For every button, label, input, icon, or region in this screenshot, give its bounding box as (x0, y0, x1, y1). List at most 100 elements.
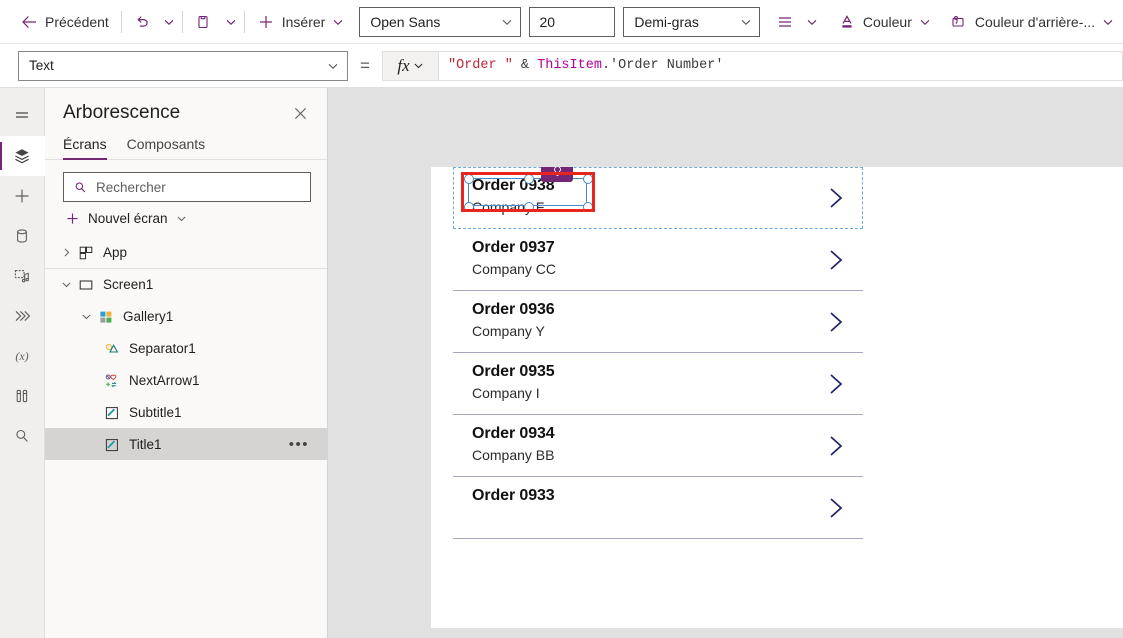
new-screen-button[interactable]: Nouvel écran (45, 202, 327, 236)
rail-item-search[interactable] (0, 416, 45, 456)
rail-item-insert[interactable] (0, 176, 45, 216)
icon-icon (101, 373, 123, 389)
gallery-item-subtitle[interactable]: Company I (472, 385, 540, 401)
gallery-item-subtitle[interactable]: Company Y (472, 323, 545, 339)
variables-icon: (x) (11, 346, 33, 366)
font-size-input[interactable]: 20 (528, 6, 616, 37)
undo-button[interactable] (126, 6, 158, 38)
font-weight-value: Demi-gras (634, 13, 699, 30)
chevron-right-icon[interactable] (825, 307, 847, 337)
gallery-row[interactable]: Order 0934 Company BB (453, 415, 863, 477)
tree-node-label: Subtitle1 (129, 405, 182, 420)
font-size-value: 20 (539, 13, 556, 30)
paste-button[interactable] (187, 6, 219, 38)
gallery-item-title[interactable]: Order 0934 (472, 425, 555, 443)
gallery-row[interactable]: Order 0933 (453, 477, 863, 539)
rail-item-data[interactable] (0, 216, 45, 256)
tree-node-label: NextArrow1 (129, 373, 200, 388)
chevron-right-icon[interactable] (825, 369, 847, 399)
gallery-item-title[interactable]: Order 0935 (472, 363, 555, 381)
back-label: Précédent (45, 13, 109, 30)
canvas-area[interactable]: Order 0938 Company F Order 0937 Company … (328, 88, 1123, 638)
command-bar: Précédent Insérer Open Sans 20 Demi-gras… (0, 0, 1123, 44)
tree-node-nextarrow1[interactable]: NextArrow1 (45, 364, 327, 396)
tree-node-overflow-button[interactable]: ••• (289, 437, 309, 452)
gallery-item-title[interactable]: Order 0937 (472, 239, 555, 257)
rail-item-power-automate[interactable] (0, 296, 45, 336)
tree-node-label: Separator1 (129, 341, 196, 356)
chevron-right-icon[interactable] (825, 183, 847, 213)
shape-icon (101, 341, 123, 357)
gallery-row[interactable]: Order 0936 Company Y (453, 291, 863, 353)
formula-token-operator: & (512, 58, 538, 73)
label-icon (101, 405, 123, 421)
resize-handle-top-right[interactable] (583, 174, 593, 184)
chevron-right-icon[interactable] (825, 493, 847, 523)
chevron-down-icon (176, 213, 187, 224)
chevron-down-icon[interactable] (57, 279, 75, 290)
property-select[interactable]: Text (18, 50, 348, 81)
gallery-item-title[interactable]: Order 0936 (472, 301, 555, 319)
chevron-down-icon (225, 16, 237, 28)
fx-button[interactable]: fx (382, 50, 438, 81)
align-lines-icon (776, 13, 794, 31)
layers-icon (12, 146, 32, 166)
insert-button[interactable]: Insérer (249, 6, 353, 38)
lightbulb-icon[interactable] (541, 167, 573, 182)
gallery-item-subtitle[interactable]: Company CC (472, 261, 556, 277)
gallery-row[interactable]: Order 0937 Company CC (453, 229, 863, 291)
formula-input[interactable]: "Order " & ThisItem. 'Order Number' (438, 50, 1123, 81)
tab-components[interactable]: Composants (127, 132, 206, 159)
search-icon (12, 426, 32, 446)
search-container: Rechercher (45, 160, 327, 202)
rail-item-hamburger[interactable] (0, 96, 45, 136)
rail-item-tree-view[interactable] (0, 136, 45, 176)
tree-node-gallery1[interactable]: Gallery1 (45, 300, 327, 332)
gallery-control[interactable]: Order 0938 Company F Order 0937 Company … (453, 167, 863, 597)
undo-dropdown-button[interactable] (159, 7, 179, 37)
paste-dropdown-button[interactable] (220, 7, 240, 37)
chevron-right-icon[interactable] (57, 247, 75, 258)
font-family-select[interactable]: Open Sans (359, 6, 521, 37)
tab-screens[interactable]: Écrans (63, 132, 107, 160)
power-apps-studio: Précédent Insérer Open Sans 20 Demi-gras… (0, 0, 1123, 638)
app-screen[interactable]: Order 0938 Company F Order 0937 Company … (431, 167, 1123, 628)
undo-icon (133, 13, 151, 31)
gallery-row[interactable]: Order 0938 Company F (453, 167, 863, 229)
resize-handle-top-middle[interactable] (523, 174, 534, 184)
tree-node-app[interactable]: App (45, 236, 327, 268)
tree-node-screen1[interactable]: Screen1 (45, 268, 327, 300)
back-button[interactable]: Précédent (12, 6, 117, 38)
chevron-right-icon[interactable] (825, 245, 847, 275)
tree-node-subtitle1[interactable]: Subtitle1 (45, 396, 327, 428)
fill-color-button[interactable]: Couleur d'arrière-... (941, 6, 1122, 38)
left-rail: (x) (0, 88, 45, 638)
search-placeholder: Rechercher (96, 179, 166, 195)
resize-handle-bottom-middle[interactable] (523, 202, 534, 212)
font-color-button[interactable]: Couleur (830, 6, 939, 38)
search-icon (73, 180, 88, 195)
rail-item-variables[interactable]: (x) (0, 336, 45, 376)
resize-handle-top-left[interactable] (464, 174, 474, 184)
font-color-label: Couleur (862, 13, 912, 30)
align-dropdown-button[interactable] (801, 7, 821, 37)
resize-handle-bottom-right[interactable] (583, 202, 593, 212)
gallery-item-subtitle[interactable]: Company BB (472, 447, 554, 463)
align-button[interactable] (770, 6, 800, 38)
tree-node-label: Title1 (129, 437, 162, 452)
rail-item-tools[interactable] (0, 376, 45, 416)
tree-panel-header: Arborescence (45, 88, 327, 132)
resize-handle-bottom-left[interactable] (464, 202, 474, 212)
search-input[interactable]: Rechercher (63, 172, 311, 202)
font-weight-select[interactable]: Demi-gras (623, 6, 761, 37)
gallery-row[interactable]: Order 0935 Company I (453, 353, 863, 415)
tree-node-separator1[interactable]: Separator1 (45, 332, 327, 364)
tree-node-label: Gallery1 (123, 309, 174, 324)
gallery-item-title[interactable]: Order 0933 (472, 487, 555, 505)
chevron-down-icon[interactable] (77, 311, 95, 322)
arrow-left-icon (20, 13, 38, 31)
close-icon[interactable] (290, 103, 311, 124)
rail-item-media[interactable] (0, 256, 45, 296)
tree-node-title1[interactable]: Title1 ••• (45, 428, 327, 460)
chevron-right-icon[interactable] (825, 431, 847, 461)
